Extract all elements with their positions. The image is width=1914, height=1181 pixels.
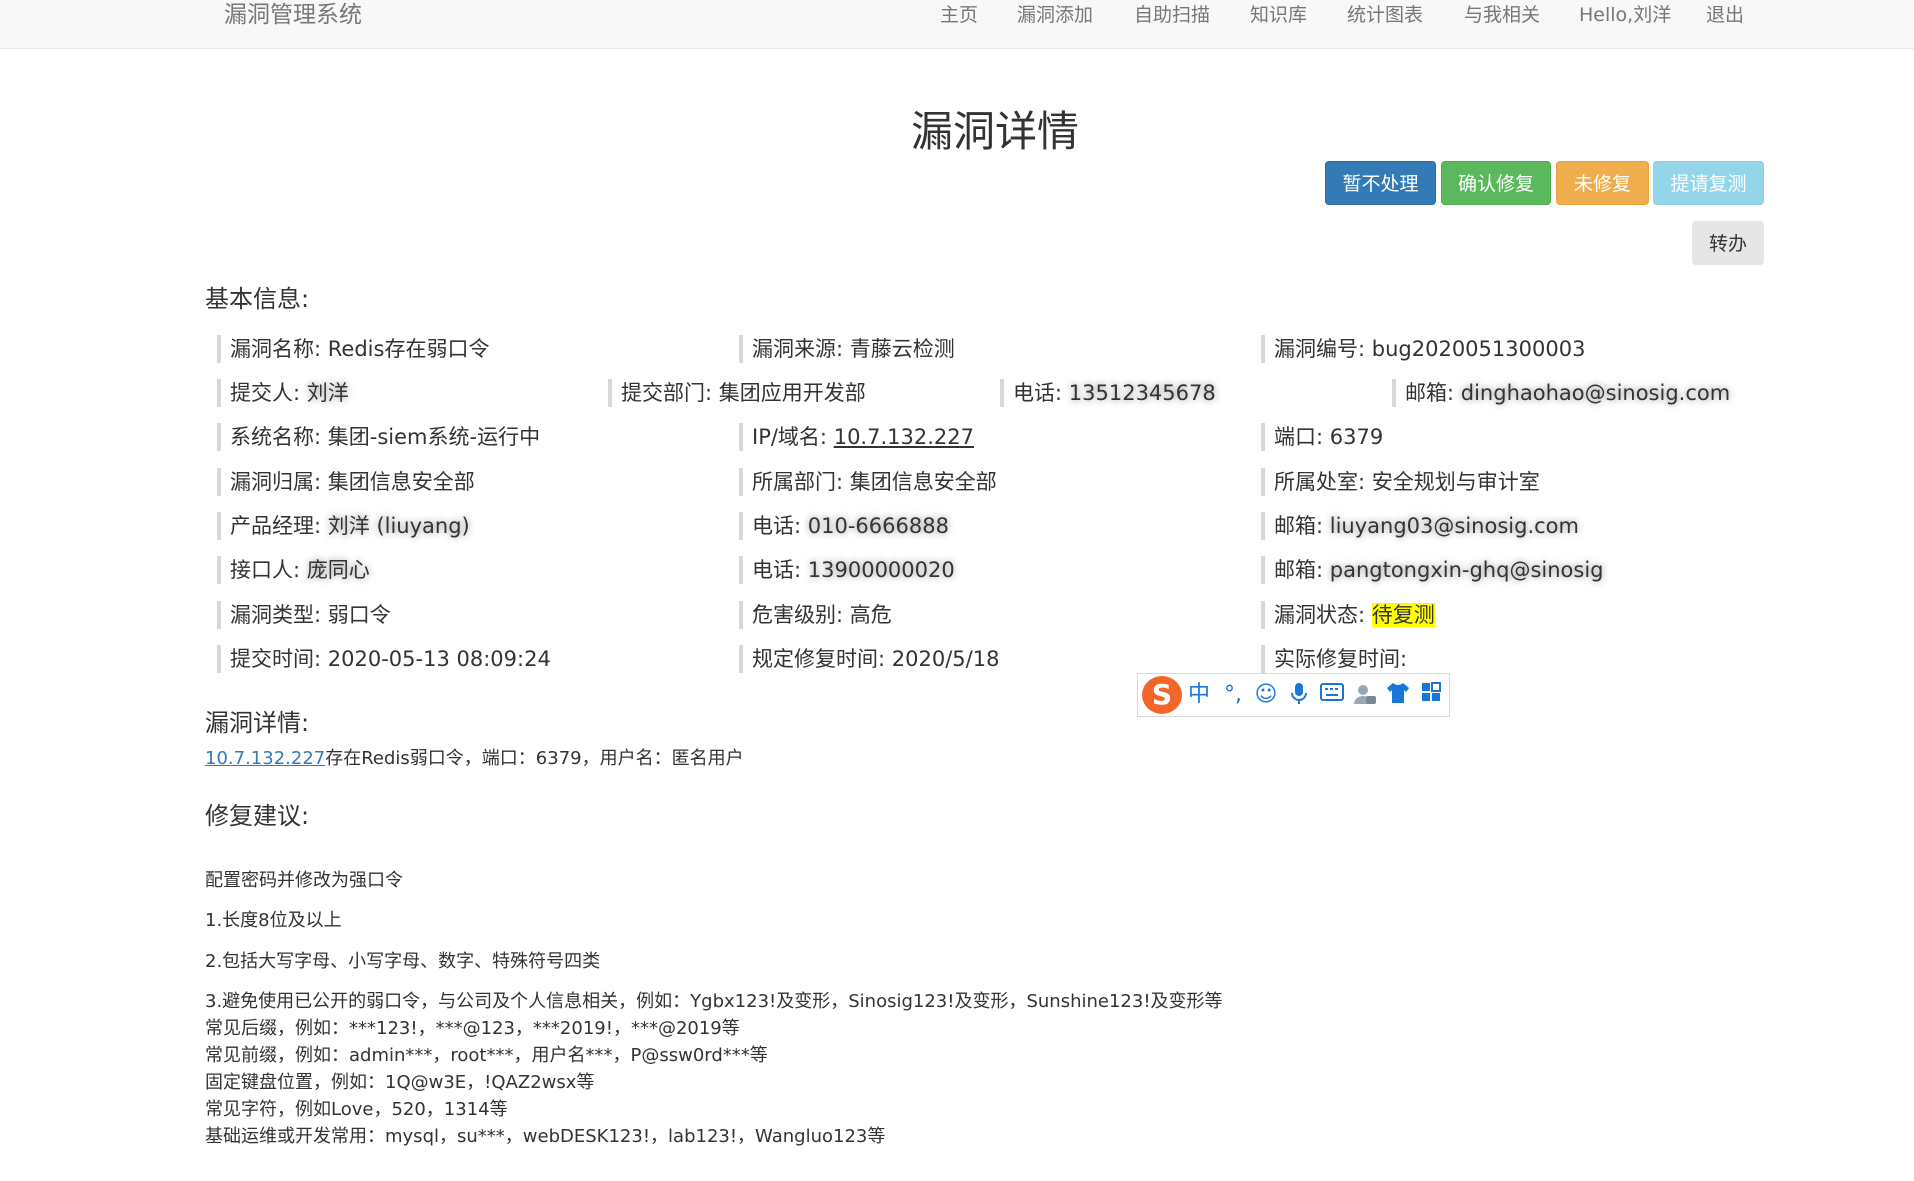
advice-line: 2.包括大写字母、小写字母、数字、特殊符号四类 <box>205 951 601 972</box>
vuln-detail-text: 10.7.132.227存在Redis弱口令，端口：6379，用户名：匿名用户 <box>205 748 744 769</box>
unfixed-button[interactable]: 未修复 <box>1556 161 1649 205</box>
field-system-name: 系统名称: 集团-siem系统-运行中 <box>217 423 540 451</box>
field-vuln-status: 漏洞状态: 待复测 <box>1261 601 1435 629</box>
field-vuln-id: 漏洞编号: bug2020051300003 <box>1261 335 1585 363</box>
hold-button[interactable]: 暂不处理 <box>1325 161 1436 205</box>
vuln-detail-heading: 漏洞详情: <box>205 709 310 737</box>
ime-user-icon[interactable] <box>1352 682 1378 708</box>
field-ip-domain: IP/域名: 10.7.132.227 <box>739 423 974 451</box>
ime-skin-icon[interactable] <box>1385 682 1411 708</box>
navbar: 漏洞管理系统 主页 漏洞添加 自助扫描 知识库 统计图表 与我相关 Hello,… <box>0 0 1914 49</box>
advice-line: 固定键盘位置，例如：1Q@w3E，!QAZ2wsx等 <box>205 1072 595 1093</box>
advice-line: 3.避免使用已公开的弱口令，与公司及个人信息相关，例如：Ygbx123!及变形，… <box>205 991 1223 1012</box>
field-vuln-name: 漏洞名称: Redis存在弱口令 <box>217 335 489 363</box>
fix-advice-heading: 修复建议: <box>205 802 310 830</box>
ip-link[interactable]: 10.7.132.227 <box>834 425 974 449</box>
brand-title[interactable]: 漏洞管理系统 <box>224 0 362 30</box>
field-port: 端口: 6379 <box>1261 423 1383 451</box>
field-submit-dept: 提交部门: 集团应用开发部 <box>608 379 866 407</box>
field-severity: 危害级别: 高危 <box>739 601 892 629</box>
request-retest-button[interactable]: 提请复测 <box>1653 161 1764 205</box>
field-department: 所属部门: 集团信息安全部 <box>739 468 997 496</box>
advice-line: 1.长度8位及以上 <box>205 910 342 931</box>
advice-line: 常见后缀，例如：***123!，***@123，***2019!，***@201… <box>205 1018 740 1039</box>
field-vuln-type: 漏洞类型: 弱口令 <box>217 601 391 629</box>
field-product-manager: 产品经理: 刘洋 (liuyang) <box>217 512 470 540</box>
field-pm-email: 邮箱: liuyang03@sinosig.com <box>1261 512 1579 540</box>
field-vuln-source: 漏洞来源: 青藤云检测 <box>739 335 955 363</box>
field-due-date: 规定修复时间: 2020/5/18 <box>739 645 999 673</box>
page-title: 漏洞详情 <box>910 107 1079 156</box>
field-office: 所属处室: 安全规划与审计室 <box>1261 468 1540 496</box>
nav-stats[interactable]: 统计图表 <box>1347 0 1423 30</box>
ime-apps-icon[interactable] <box>1418 682 1444 708</box>
field-vuln-owner: 漏洞归属: 集团信息安全部 <box>217 468 475 496</box>
ime-punctuation-icon[interactable]: °, <box>1220 682 1246 708</box>
sogou-logo-icon[interactable]: S <box>1142 676 1182 714</box>
nav-logout[interactable]: 退出 <box>1706 0 1744 30</box>
field-actual-fix-time: 实际修复时间: <box>1261 645 1407 673</box>
field-contact-email: 邮箱: pangtongxin-ghq@sinosig <box>1261 556 1603 584</box>
transfer-button[interactable]: 转办 <box>1692 221 1764 265</box>
nav-add-vuln[interactable]: 漏洞添加 <box>1017 0 1093 30</box>
ime-toolbar[interactable]: S 中 °, ☺ <box>1137 673 1450 717</box>
advice-line: 常见前缀，例如：admin***，root***，用户名***，P@ssw0rd… <box>205 1045 768 1066</box>
ime-voice-icon[interactable] <box>1286 682 1312 708</box>
nav-self-scan[interactable]: 自助扫描 <box>1134 0 1210 30</box>
detail-ip-link[interactable]: 10.7.132.227 <box>205 748 325 769</box>
confirm-fix-button[interactable]: 确认修复 <box>1441 161 1551 205</box>
field-submitter-email: 邮箱: dinghaohao@sinosig.com <box>1392 379 1730 407</box>
field-contact: 接口人: 庞同心 <box>217 556 370 584</box>
nav-mine[interactable]: 与我相关 <box>1464 0 1540 30</box>
ime-emoji-icon[interactable]: ☺ <box>1253 682 1279 708</box>
nav-home[interactable]: 主页 <box>940 0 978 30</box>
status-badge: 待复测 <box>1371 603 1435 627</box>
nav-user[interactable]: Hello,刘洋 <box>1579 0 1671 30</box>
field-submit-time: 提交时间: 2020-05-13 08:09:24 <box>217 645 551 673</box>
advice-line: 配置密码并修改为强口令 <box>205 870 403 891</box>
ime-keyboard-icon[interactable] <box>1319 682 1345 708</box>
field-submitter: 提交人: 刘洋 <box>217 379 349 407</box>
advice-line: 常见字符，例如Love，520，1314等 <box>205 1099 508 1120</box>
basic-info-heading: 基本信息: <box>205 285 310 313</box>
field-submitter-phone: 电话: 13512345678 <box>1000 379 1216 407</box>
ime-chinese-mode-icon[interactable]: 中 <box>1186 682 1212 708</box>
nav-knowledge[interactable]: 知识库 <box>1250 0 1307 30</box>
field-pm-phone: 电话: 010-6666888 <box>739 512 949 540</box>
advice-line: 基础运维或开发常用：mysql，su***，webDESK123!，lab123… <box>205 1126 886 1147</box>
field-contact-phone: 电话: 13900000020 <box>739 556 955 584</box>
